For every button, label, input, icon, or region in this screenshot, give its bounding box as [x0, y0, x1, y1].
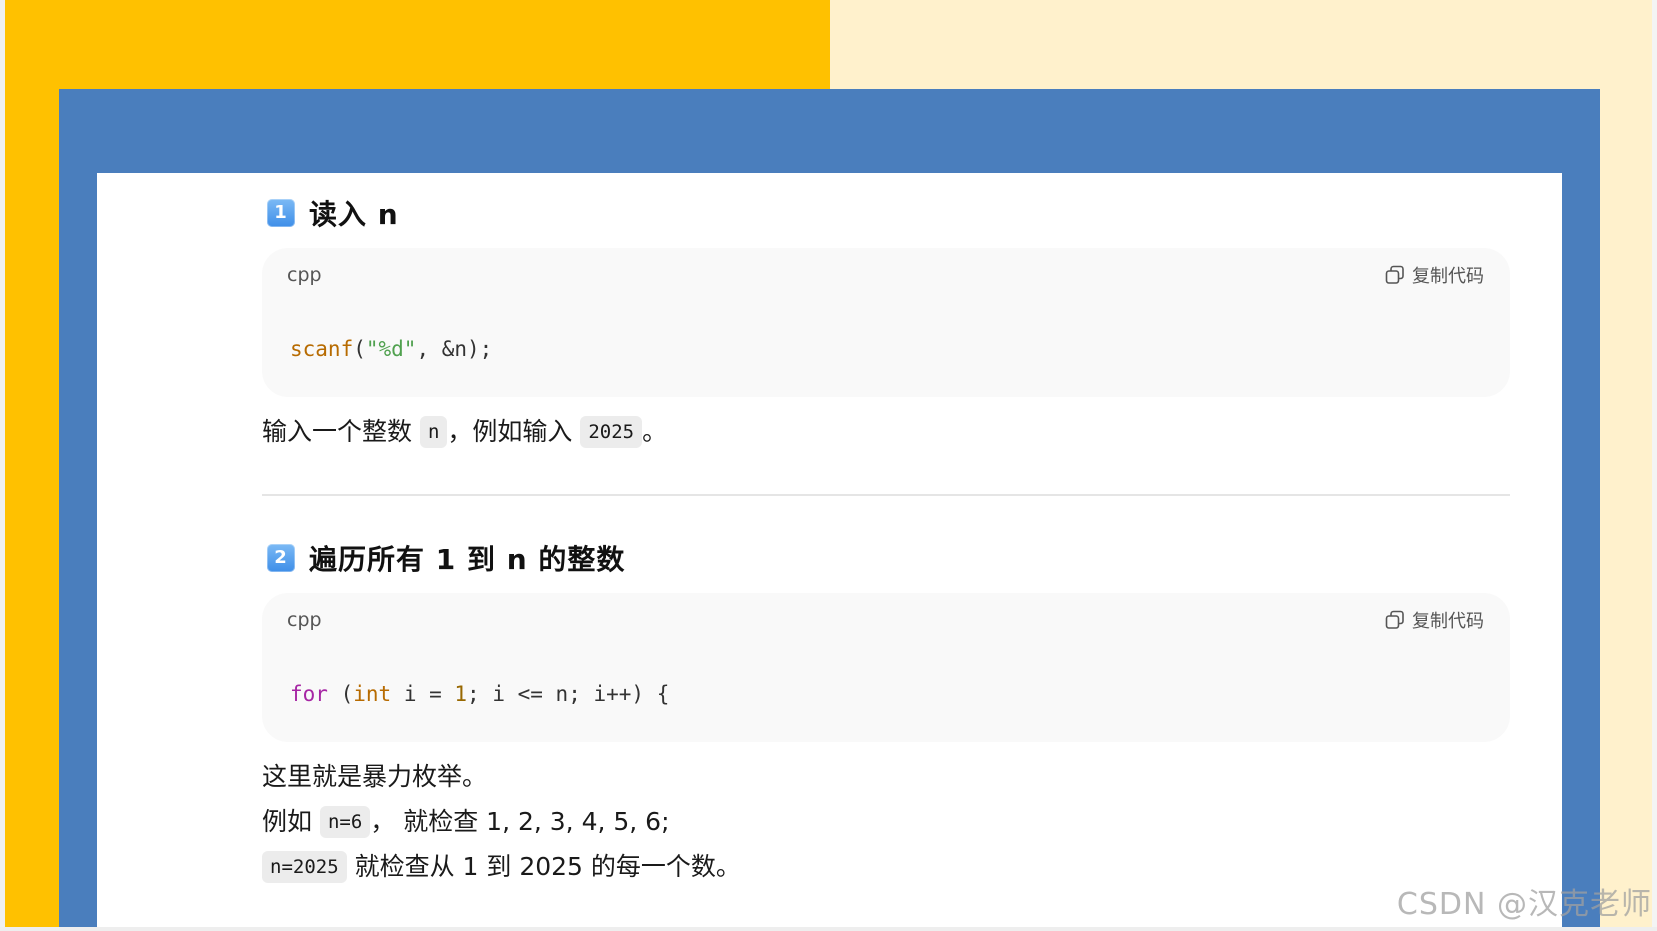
copy-code-button[interactable]: 复制代码	[1384, 607, 1484, 633]
inline-code-2025: 2025	[580, 416, 643, 448]
copy-code-button[interactable]: 复制代码	[1384, 262, 1484, 288]
code-language-label: cpp	[287, 264, 322, 286]
section-title-2: 遍历所有 1 到 n 的整数	[309, 543, 626, 576]
code-language-label: cpp	[287, 609, 322, 631]
paragraph-text: 输入一个整数	[262, 417, 420, 446]
copy-icon	[1385, 610, 1404, 629]
code-block-1: cpp 复制代码 scanf("%d", &n);	[262, 248, 1510, 397]
section-divider	[262, 494, 1510, 496]
code-token-plain: i =	[391, 682, 455, 706]
section-heading-1: 1 读入 n	[262, 195, 1510, 231]
copy-code-label: 复制代码	[1412, 611, 1484, 632]
paragraph-text: 。	[642, 417, 668, 446]
code-line: for (int i = 1; i <= n; i++) {	[290, 682, 669, 706]
section-title-1: 读入 n	[309, 198, 399, 231]
code-token-rest: , &n);	[416, 337, 493, 361]
code-token-number: 1	[454, 682, 468, 706]
code-token-punct: (	[353, 337, 366, 361]
csdn-watermark: CSDN @汉克老师	[1396, 887, 1652, 922]
paragraph-text: ，例如输入	[447, 417, 581, 446]
copy-code-label: 复制代码	[1412, 266, 1484, 287]
section2-line-2: 例如 n=6， 就检查 1, 2, 3, 4, 5, 6;	[262, 799, 1510, 844]
inline-code-n: n	[419, 416, 448, 448]
code-line: scanf("%d", &n);	[290, 337, 492, 361]
code-token-keyword: for	[290, 682, 328, 706]
article-body: 1 读入 n cpp 复制代码 scanf("%d", &n); 输入一个整数 …	[262, 173, 1510, 889]
section1-paragraph: 输入一个整数 n ，例如输入 2025。	[262, 409, 1510, 454]
number-one-badge-icon: 1	[267, 199, 295, 227]
background-bottom-strip	[0, 927, 1657, 931]
code-token-type: int	[353, 682, 392, 706]
code-token-string: "%d"	[365, 337, 417, 361]
code-token-rest: ; i <= n; i++) {	[467, 682, 670, 706]
inline-code-n2025: n=2025	[262, 851, 347, 883]
background-right-strip	[1652, 0, 1657, 931]
paragraph-text: ， 就检查 1, 2, 3, 4, 5, 6;	[370, 807, 670, 836]
code-block-2: cpp 复制代码 for (int i = 1; i <= n; i++) {	[262, 593, 1510, 742]
code-token-punct: (	[327, 682, 354, 706]
paragraph-text: 例如	[262, 807, 320, 836]
section2-line-1: 这里就是暴力枚举。	[262, 762, 488, 791]
section2-line-3: n=2025 就检查从 1 到 2025 的每一个数。	[262, 844, 1510, 889]
inline-code-n6: n=6	[319, 806, 371, 838]
paragraph-text: 就检查从 1 到 2025 的每一个数。	[346, 852, 741, 881]
copy-icon	[1385, 265, 1404, 284]
section-heading-2: 2 遍历所有 1 到 n 的整数	[262, 540, 1510, 576]
content-area: 1 读入 n cpp 复制代码 scanf("%d", &n); 输入一个整数 …	[97, 173, 1562, 927]
code-token-function: scanf	[290, 337, 354, 361]
number-two-badge-icon: 2	[267, 544, 295, 572]
